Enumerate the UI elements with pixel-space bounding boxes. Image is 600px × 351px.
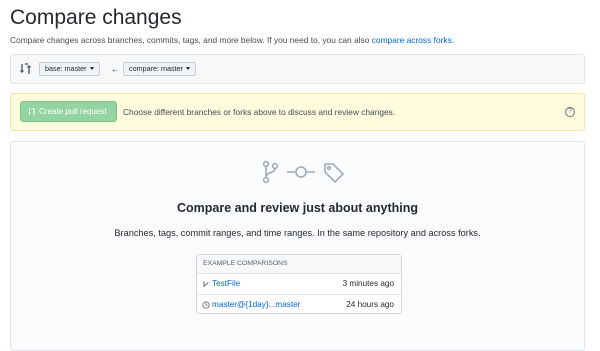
- branch-icon: [203, 281, 209, 288]
- example-comparisons-header: Example comparisons: [197, 255, 401, 274]
- example-comparison-time: 3 minutes ago: [342, 279, 394, 288]
- compare-flash-banner: Create pull request Choose different bra…: [10, 93, 585, 131]
- create-pull-request-button[interactable]: Create pull request: [20, 101, 117, 122]
- example-comparison-time: 24 hours ago: [346, 300, 394, 309]
- caret-down-icon: [185, 67, 190, 70]
- clock-icon: [202, 301, 210, 309]
- page-subtitle: Compare changes across branches, commits…: [10, 35, 455, 45]
- git-branch-icon: [262, 160, 279, 184]
- example-comparison-link[interactable]: master@{1day}...master: [212, 295, 300, 315]
- tag-icon: [324, 163, 345, 184]
- blankslate-description: Branches, tags, commit ranges, and time …: [114, 228, 481, 238]
- help-icon[interactable]: ?: [565, 107, 575, 117]
- hero-icons: [262, 160, 345, 184]
- compare-arrows-icon: [20, 63, 31, 74]
- pull-request-icon: [28, 107, 35, 115]
- git-commit-icon: [287, 166, 315, 178]
- flash-message: Choose different branches or forks above…: [123, 107, 396, 117]
- base-branch-select[interactable]: base: master: [39, 62, 100, 76]
- compare-across-forks-link[interactable]: compare across forks: [372, 35, 452, 45]
- range-editor: base: master ← compare: master: [10, 54, 585, 84]
- compare-branch-select[interactable]: compare: master: [123, 62, 196, 76]
- blankslate-title: Compare and review just about anything: [176, 201, 418, 215]
- example-comparison-row[interactable]: master@{1day}...master 24 hours ago: [197, 295, 401, 315]
- example-comparisons-box: Example comparisons TestFile 3 minutes a…: [196, 254, 402, 314]
- caret-down-icon: [89, 67, 94, 70]
- page-title: Compare changes: [10, 6, 182, 29]
- example-comparison-link[interactable]: TestFile: [212, 274, 240, 294]
- blankslate: Compare and review just about anything B…: [10, 141, 585, 351]
- arrow-left-icon: ←: [111, 65, 119, 74]
- example-comparison-row[interactable]: TestFile 3 minutes ago: [197, 274, 401, 295]
